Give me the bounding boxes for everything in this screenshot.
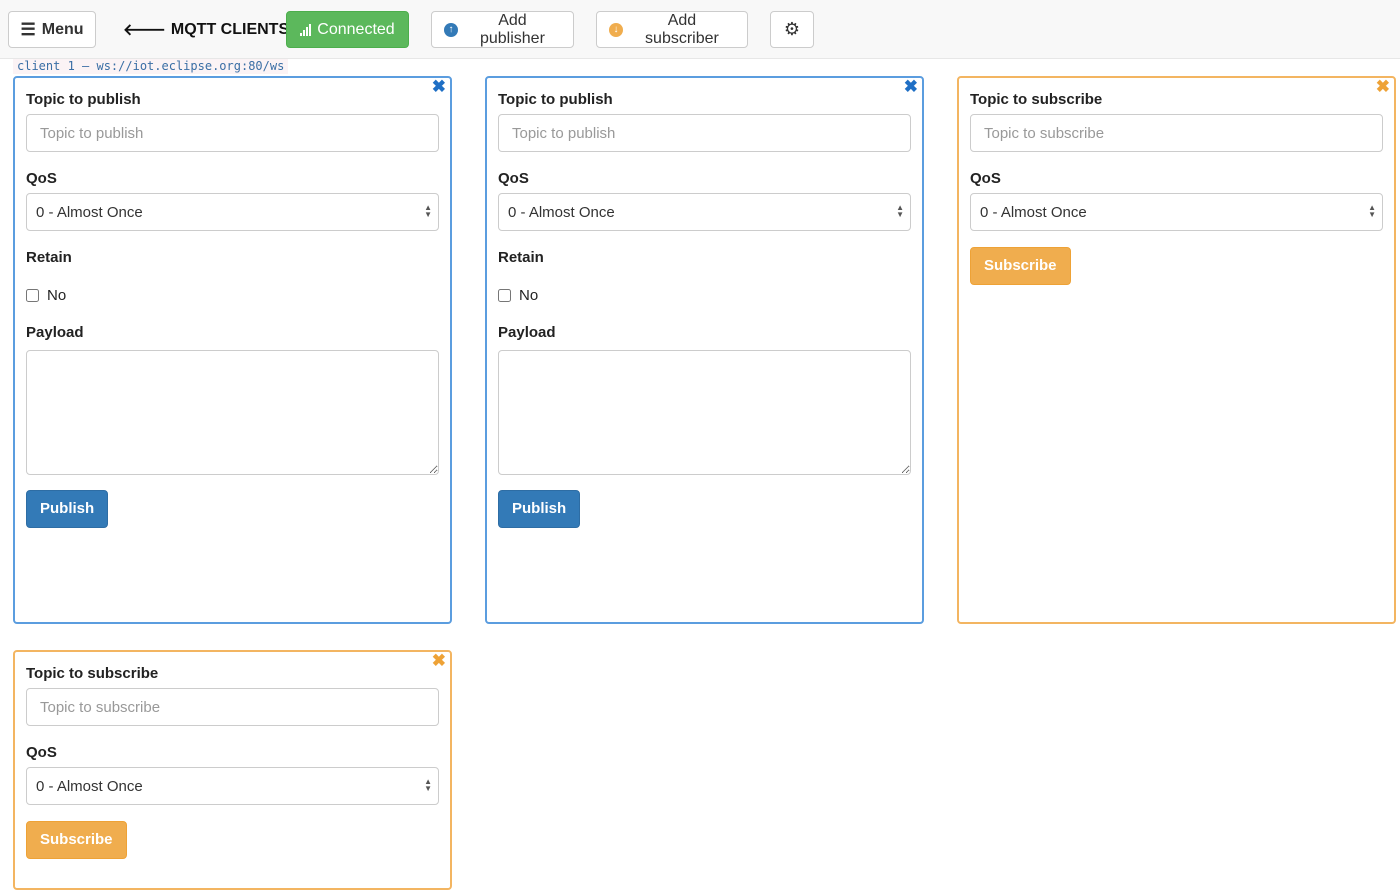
retain-checkbox[interactable] [498, 289, 511, 302]
connected-button[interactable]: Connected [286, 11, 409, 48]
qos-label: QoS [970, 170, 1001, 187]
publish-button[interactable]: Publish [26, 490, 109, 528]
publisher-panel: ✖ Topic to publish QoS 0 - Almost Once ▲… [13, 76, 452, 624]
brand-label: MQTT CLIENTS [170, 20, 290, 38]
retain-label: Retain [498, 249, 544, 266]
select-arrows-icon: ▲ ▼ [896, 203, 904, 219]
qos-label: QoS [26, 170, 57, 187]
add-publisher-button[interactable]: ↑ Add publisher [431, 11, 574, 48]
gear-icon: ⚙ [783, 19, 801, 39]
retain-option-label: No [47, 287, 67, 304]
subscriber-panel: ✖ Topic to subscribe QoS 0 - Almost Once… [13, 650, 452, 890]
topic-label: Topic to subscribe [26, 665, 159, 682]
publish-button[interactable]: Publish [498, 490, 581, 528]
arrow-circle-down-icon: ↓ [609, 22, 623, 37]
topic-label: Topic to subscribe [970, 91, 1103, 108]
signal-icon [300, 23, 312, 36]
payload-label: Payload [498, 324, 556, 341]
retain-checkbox[interactable] [26, 289, 39, 302]
payload-textarea[interactable] [26, 350, 439, 475]
add-subscriber-button[interactable]: ↓ Add subscriber [596, 11, 748, 48]
topic-input[interactable] [498, 114, 911, 152]
select-arrows-icon: ▲ ▼ [1368, 203, 1376, 219]
close-icon[interactable]: ✖ [1376, 78, 1390, 96]
qos-value: 0 - Almost Once [36, 203, 143, 221]
add-subscriber-label: Add subscriber [645, 11, 719, 47]
payload-textarea[interactable] [498, 350, 911, 475]
topic-input[interactable] [26, 688, 439, 726]
qos-select[interactable]: 0 - Almost Once ▲ ▼ [498, 193, 911, 231]
navbar: ☰ Menu 🡐 MQTT CLIENTS Connected ↑ Add pu… [0, 0, 1400, 59]
select-arrows-icon: ▲ ▼ [424, 203, 432, 219]
publisher-panel: ✖ Topic to publish QoS 0 - Almost Once ▲… [485, 76, 924, 624]
arrow-left-icon: 🡐 [123, 22, 166, 39]
connected-label: Connected [317, 20, 395, 38]
qos-value: 0 - Almost Once [508, 203, 615, 221]
qos-select[interactable]: 0 - Almost Once ▲ ▼ [26, 767, 439, 805]
subscribe-button[interactable]: Subscribe [970, 247, 1071, 285]
close-icon[interactable]: ✖ [432, 78, 446, 96]
arrow-circle-up-icon: ↑ [444, 22, 458, 37]
add-publisher-label: Add publisher [479, 11, 545, 47]
qos-select[interactable]: 0 - Almost Once ▲ ▼ [26, 193, 439, 231]
select-arrows-icon: ▲ ▼ [424, 777, 432, 793]
topic-input[interactable] [26, 114, 439, 152]
hamburger-icon: ☰ [20, 19, 36, 39]
qos-select[interactable]: 0 - Almost Once ▲ ▼ [970, 193, 1383, 231]
close-icon[interactable]: ✖ [904, 78, 918, 96]
topic-input[interactable] [970, 114, 1383, 152]
payload-label: Payload [26, 324, 84, 341]
menu-button[interactable]: ☰ Menu [8, 11, 96, 48]
retain-option-label: No [519, 287, 539, 304]
menu-label: Menu [41, 20, 84, 38]
close-icon[interactable]: ✖ [432, 652, 446, 670]
qos-label: QoS [26, 744, 57, 761]
topic-label: Topic to publish [26, 91, 141, 108]
subscriber-panel: ✖ Topic to subscribe QoS 0 - Almost Once… [957, 76, 1396, 624]
topic-label: Topic to publish [498, 91, 613, 108]
settings-button[interactable]: ⚙ [770, 11, 814, 48]
qos-value: 0 - Almost Once [36, 777, 143, 795]
retain-checkbox-row[interactable]: No [26, 287, 439, 304]
qos-label: QoS [498, 170, 529, 187]
retain-label: Retain [26, 249, 72, 266]
client-label: client 1 – ws://iot.eclipse.org:80/ws [13, 59, 289, 74]
brand-link[interactable]: 🡐 MQTT CLIENTS [123, 19, 289, 40]
retain-checkbox-row[interactable]: No [498, 287, 911, 304]
subscribe-button[interactable]: Subscribe [26, 821, 127, 859]
qos-value: 0 - Almost Once [980, 203, 1087, 221]
